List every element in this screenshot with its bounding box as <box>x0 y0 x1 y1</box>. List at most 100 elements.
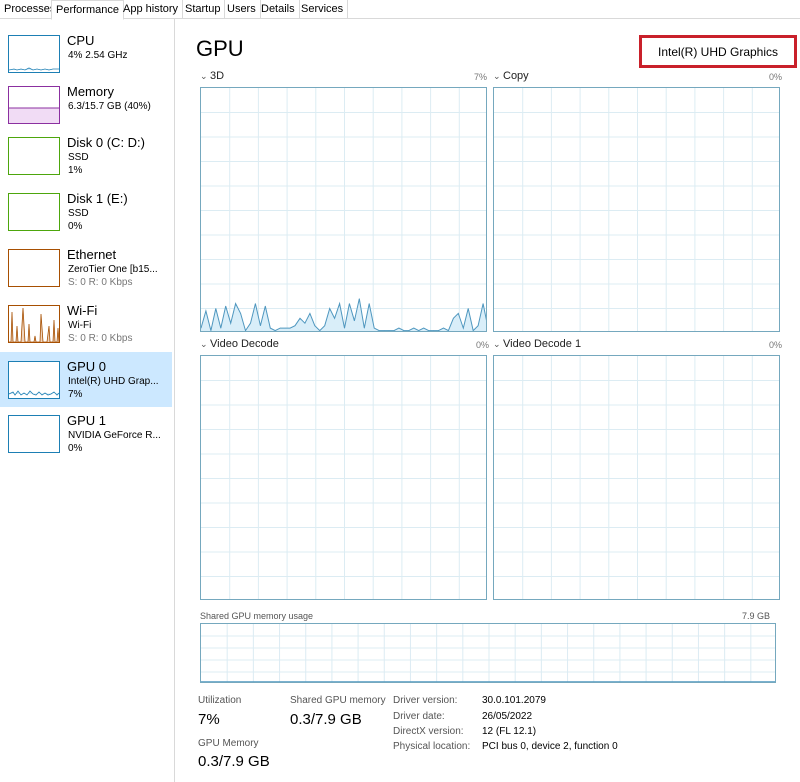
tab-services[interactable]: Services <box>297 0 349 19</box>
shared-memory-label: Shared GPU memory usage <box>200 611 314 621</box>
sidebar-item-value: S: 0 R: 0 Kbps <box>68 277 133 288</box>
sidebar: CPU 4% 2.54 GHz Memory 6.3/15.7 GB (40%)… <box>0 19 175 782</box>
chart-3d-point <box>467 308 469 309</box>
chart-3d-point <box>334 318 335 319</box>
physical-location-label: Physical location: <box>393 741 471 752</box>
gpu-0-thumbnail-graph <box>8 361 60 399</box>
tab-users[interactable]: Users <box>223 0 261 19</box>
chart-video-decode-grid <box>201 356 486 599</box>
cpu-thumbnail-graph <box>8 35 60 73</box>
chart-3d-point <box>309 313 311 314</box>
chart-3d-graph <box>201 88 486 331</box>
chart-3d-point <box>215 308 217 309</box>
chart-3d-point <box>299 318 301 319</box>
shared-gpu-memory-value: 0.3/7.9 GB <box>290 711 362 728</box>
chart-3d-point <box>364 327 365 329</box>
sidebar-item-disk-0[interactable]: Disk 0 (C: D:) SSD 1% <box>0 135 172 193</box>
sidebar-item-gpu-0[interactable]: GPU 0 Intel(R) UHD Grap... 7% <box>0 352 172 407</box>
chart-3d-point <box>443 327 444 329</box>
chart-copy-label[interactable]: ⌄ Copy <box>493 70 529 82</box>
sidebar-item-value: 0% <box>68 221 83 232</box>
chart-3d-point <box>388 330 390 331</box>
chart-3d-point <box>339 303 340 304</box>
disk-0-thumbnail-graph <box>8 137 60 175</box>
chart-3d-point <box>230 322 231 324</box>
sidebar-item-memory[interactable]: Memory 6.3/15.7 GB (40%) <box>0 84 172 142</box>
chart-3d-point <box>220 327 222 329</box>
chart-3d-point <box>354 320 355 322</box>
sidebar-item-subtitle: NVIDIA GeForce R... <box>68 430 161 441</box>
sidebar-item-title: Disk 0 (C: D:) <box>67 135 145 150</box>
sidebar-item-subtitle: SSD <box>68 208 89 219</box>
chart-3d-point <box>279 327 281 329</box>
sidebar-item-title: Memory <box>67 84 114 99</box>
chart-copy <box>493 87 780 332</box>
chart-3d-point <box>265 305 266 307</box>
chart-3d-point <box>289 327 291 329</box>
tab-startup[interactable]: Startup <box>181 0 226 19</box>
chart-3d-point <box>383 330 385 331</box>
chart-3d-point <box>368 303 370 304</box>
chart-video-decode-1-label[interactable]: ⌄ Video Decode 1 <box>493 338 581 350</box>
sidebar-item-subtitle: 4% 2.54 GHz <box>68 50 128 61</box>
wifi-thumbnail-graph <box>8 305 60 343</box>
directx-version-value: 12 (FL 12.1) <box>482 726 537 737</box>
sidebar-item-value: 7% <box>68 389 83 400</box>
chart-3d-label[interactable]: ⌄ 3D <box>200 70 224 82</box>
tab-bar: Processes Performance App history Startu… <box>0 0 800 20</box>
sidebar-item-gpu-1[interactable]: GPU 1 NVIDIA GeForce R... 0% <box>0 413 172 471</box>
page-title: GPU <box>196 36 244 61</box>
chart-3d-point <box>210 330 212 331</box>
chart-3d-point <box>453 318 454 319</box>
memory-thumbnail-graph <box>8 86 60 124</box>
chart-copy-grid <box>494 88 779 331</box>
disk-1-thumbnail-graph <box>8 193 60 231</box>
chevron-down-icon: ⌄ <box>493 339 501 349</box>
utilization-label: Utilization <box>198 695 242 706</box>
driver-date-label: Driver date: <box>393 711 445 722</box>
chart-3d-point <box>270 327 271 329</box>
chart-3d-point <box>329 308 330 309</box>
chart-copy-percent: 0% <box>768 72 782 82</box>
chart-3d-point <box>433 330 434 331</box>
sidebar-item-title: Ethernet <box>67 247 117 262</box>
chart-3d-point <box>319 330 321 331</box>
chart-3d-point <box>294 325 296 326</box>
gpu-detail-panel: GPU Intel(R) UHD Graphics ⌄ 3D 7% ⌄ Copy 0… <box>176 19 800 782</box>
sidebar-item-disk-1[interactable]: Disk 1 (E:) SSD 0% <box>0 191 172 249</box>
chart-3d-point <box>245 330 246 331</box>
chart-video-decode-1 <box>493 355 780 600</box>
utilization-value: 7% <box>198 711 220 728</box>
chart-3d-point <box>250 322 251 324</box>
chart-video-decode <box>200 355 487 600</box>
chart-3d-point <box>428 330 429 331</box>
chart-3d-point <box>205 310 207 312</box>
chart-3d-point <box>408 330 410 331</box>
sidebar-item-cpu[interactable]: CPU 4% 2.54 GHz <box>0 33 172 91</box>
chart-3d-point <box>304 322 306 324</box>
ethernet-thumbnail-graph <box>8 249 60 287</box>
chart-video-decode-1-percent: 0% <box>768 340 782 350</box>
sidebar-item-subtitle: 6.3/15.7 GB (40%) <box>68 101 151 112</box>
chart-3d-point <box>438 330 439 331</box>
driver-version-label: Driver version: <box>393 695 458 706</box>
chart-video-decode-label[interactable]: ⌄ Video Decode <box>200 338 279 350</box>
gpu-memory-value: 0.3/7.9 GB <box>198 753 270 770</box>
chart-3d-point <box>378 330 380 331</box>
tab-performance[interactable]: Performance <box>51 0 124 20</box>
chart-3d-point <box>423 327 424 329</box>
sidebar-item-subtitle: SSD <box>68 152 89 163</box>
chart-3d-point <box>314 325 316 326</box>
sidebar-item-ethernet[interactable]: Ethernet ZeroTier One [b15... S: 0 R: 0 … <box>0 247 172 305</box>
directx-version-label: DirectX version: <box>393 726 464 737</box>
physical-location-value: PCI bus 0, device 2, function 0 <box>482 741 618 752</box>
chart-3d-point <box>324 325 325 326</box>
sidebar-item-subtitle: Intel(R) UHD Grap... <box>68 376 159 387</box>
tab-app-history[interactable]: App history <box>119 0 184 19</box>
tab-details[interactable]: Details <box>257 0 300 19</box>
chart-3d-point <box>359 298 360 299</box>
chart-3d-point <box>477 325 479 326</box>
chart-3d-point <box>413 327 415 329</box>
sidebar-item-title: CPU <box>67 33 95 48</box>
shared-memory-max: 7.9 GB <box>741 611 770 621</box>
